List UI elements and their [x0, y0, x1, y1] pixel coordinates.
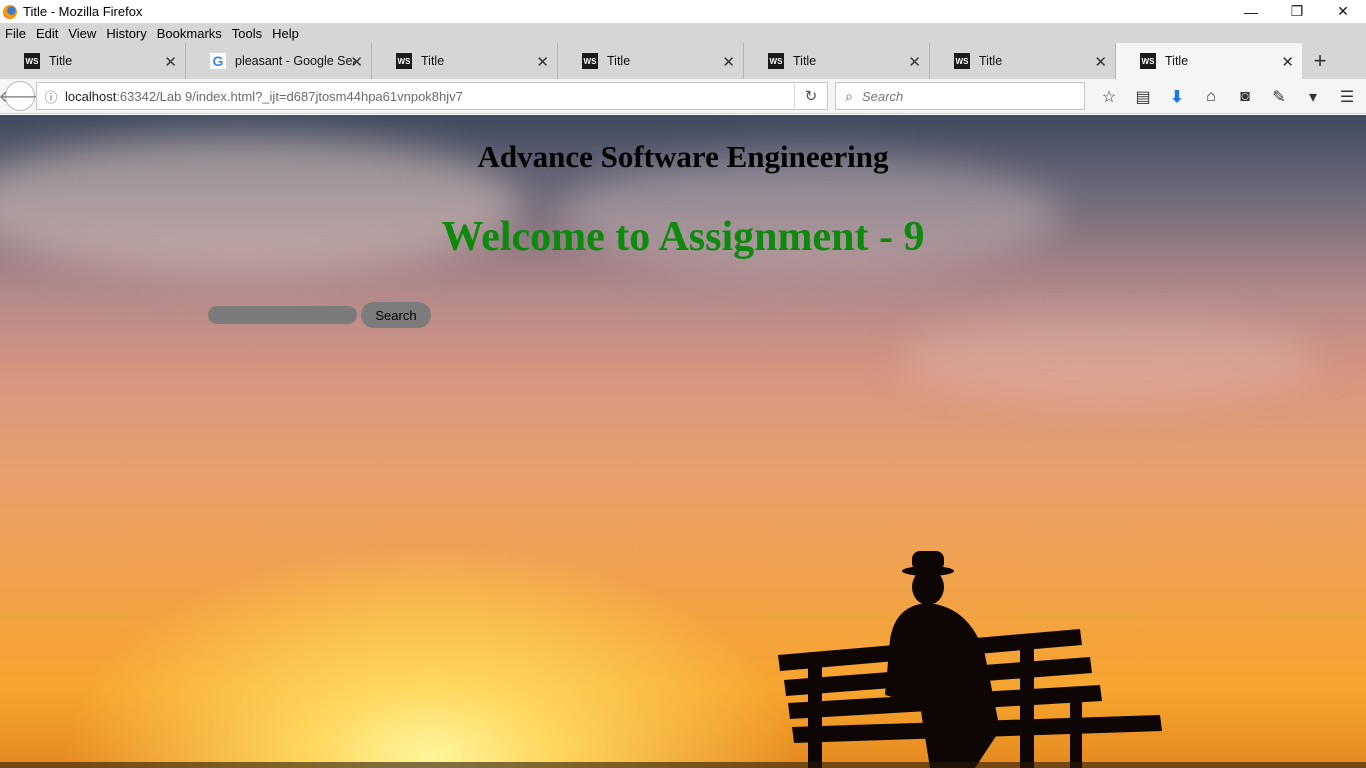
tab-label: Title: [421, 54, 445, 68]
bookmark-star-icon[interactable]: ☆: [1092, 79, 1126, 114]
browser-search-bar[interactable]: ⌕: [835, 82, 1085, 110]
tab[interactable]: WS Title ✕: [930, 43, 1116, 79]
webstorm-icon: WS: [582, 53, 598, 69]
close-window-button[interactable]: ✕: [1320, 0, 1366, 23]
page-search-button[interactable]: Search: [361, 302, 431, 328]
menu-view[interactable]: View: [63, 26, 101, 41]
tab-active[interactable]: WS Title ✕: [1116, 43, 1302, 79]
menu-bookmarks[interactable]: Bookmarks: [152, 26, 227, 41]
window-titlebar: Title - Mozilla Firefox — ❐ ✕: [0, 0, 1366, 23]
tab-label: Title: [793, 54, 817, 68]
menu-bar: File Edit View History Bookmarks Tools H…: [0, 23, 1366, 43]
ground-strip: [0, 762, 1366, 768]
site-info-icon[interactable]: ⓘ: [37, 87, 65, 106]
tab[interactable]: WS Title ✕: [744, 43, 930, 79]
reading-list-icon[interactable]: ▤: [1126, 79, 1160, 114]
close-tab-icon[interactable]: ✕: [536, 53, 549, 71]
new-tab-button[interactable]: +: [1302, 43, 1338, 79]
tab[interactable]: WS Title ✕: [0, 43, 186, 79]
webstorm-icon: WS: [954, 53, 970, 69]
url-bar[interactable]: ⓘ localhost:63342/Lab 9/index.html?_ijt=…: [36, 82, 828, 110]
close-tab-icon[interactable]: ✕: [908, 53, 921, 71]
webstorm-icon: WS: [396, 53, 412, 69]
browser-search-input[interactable]: [862, 88, 1072, 104]
webstorm-icon: WS: [1140, 53, 1156, 69]
url-path: :63342/Lab 9/index.html?_ijt=d687jtosm44…: [116, 88, 463, 104]
extension-icon[interactable]: ✎: [1262, 79, 1296, 114]
url-host: localhost: [65, 88, 117, 104]
window-controls: — ❐ ✕: [1228, 0, 1366, 23]
back-button[interactable]: 🡐: [0, 81, 41, 111]
menu-history[interactable]: History: [101, 26, 151, 41]
google-icon: G: [210, 53, 226, 69]
page-search-form: Search: [208, 302, 431, 328]
page-search-input[interactable]: [208, 306, 357, 324]
reload-icon: ↻: [804, 88, 818, 105]
pocket-icon[interactable]: ◙: [1228, 79, 1262, 114]
menu-edit[interactable]: Edit: [31, 26, 63, 41]
close-tab-icon[interactable]: ✕: [1094, 53, 1107, 71]
reload-button[interactable]: ↻: [794, 83, 827, 109]
search-icon: ⌕: [845, 87, 853, 104]
tab-label: Title: [979, 54, 1003, 68]
dropdown-chevron-icon[interactable]: ▾: [1296, 79, 1330, 114]
tab[interactable]: G pleasant - Google Sea... ✕: [186, 43, 372, 79]
menu-tools[interactable]: Tools: [227, 26, 267, 41]
tab-label: pleasant - Google Sea...: [235, 54, 355, 68]
webstorm-icon: WS: [768, 53, 784, 69]
tab-label: Title: [1165, 54, 1189, 68]
hamburger-menu-icon[interactable]: ☰: [1330, 79, 1364, 114]
menu-help[interactable]: Help: [267, 26, 304, 41]
window-title: Title - Mozilla Firefox: [23, 4, 143, 19]
download-icon[interactable]: ⬇: [1160, 79, 1194, 114]
tab-label: Title: [607, 54, 631, 68]
tab[interactable]: WS Title ✕: [558, 43, 744, 79]
page-content: Advance Software Engineering Welcome to …: [0, 115, 1366, 768]
webstorm-icon: WS: [24, 53, 40, 69]
toolbar-icons: ☆ ▤ ⬇ ⌂ ◙ ✎ ▾ ☰: [1092, 79, 1364, 114]
close-tab-icon[interactable]: ✕: [1281, 53, 1294, 71]
tab[interactable]: WS Title ✕: [372, 43, 558, 79]
restore-button[interactable]: ❐: [1274, 0, 1320, 23]
tab-label: Title: [49, 54, 73, 68]
nav-toolbar: 🡐 ⓘ localhost:63342/Lab 9/index.html?_ij…: [0, 79, 1366, 114]
url-text[interactable]: localhost:63342/Lab 9/index.html?_ijt=d6…: [65, 89, 463, 104]
close-tab-icon[interactable]: ✕: [722, 53, 735, 71]
close-tab-icon[interactable]: ✕: [350, 53, 363, 71]
minimize-button[interactable]: —: [1228, 0, 1274, 23]
menu-file[interactable]: File: [0, 26, 31, 41]
tab-strip: WS Title ✕ G pleasant - Google Sea... ✕ …: [0, 43, 1366, 79]
firefox-logo-icon: [3, 4, 17, 19]
bench-silhouette-image: [778, 551, 1162, 768]
welcome-heading: Welcome to Assignment - 9: [441, 214, 925, 260]
cloud-shape: [900, 315, 1320, 405]
page-title: Advance Software Engineering: [477, 139, 889, 174]
close-tab-icon[interactable]: ✕: [164, 53, 177, 71]
home-icon[interactable]: ⌂: [1194, 79, 1228, 114]
